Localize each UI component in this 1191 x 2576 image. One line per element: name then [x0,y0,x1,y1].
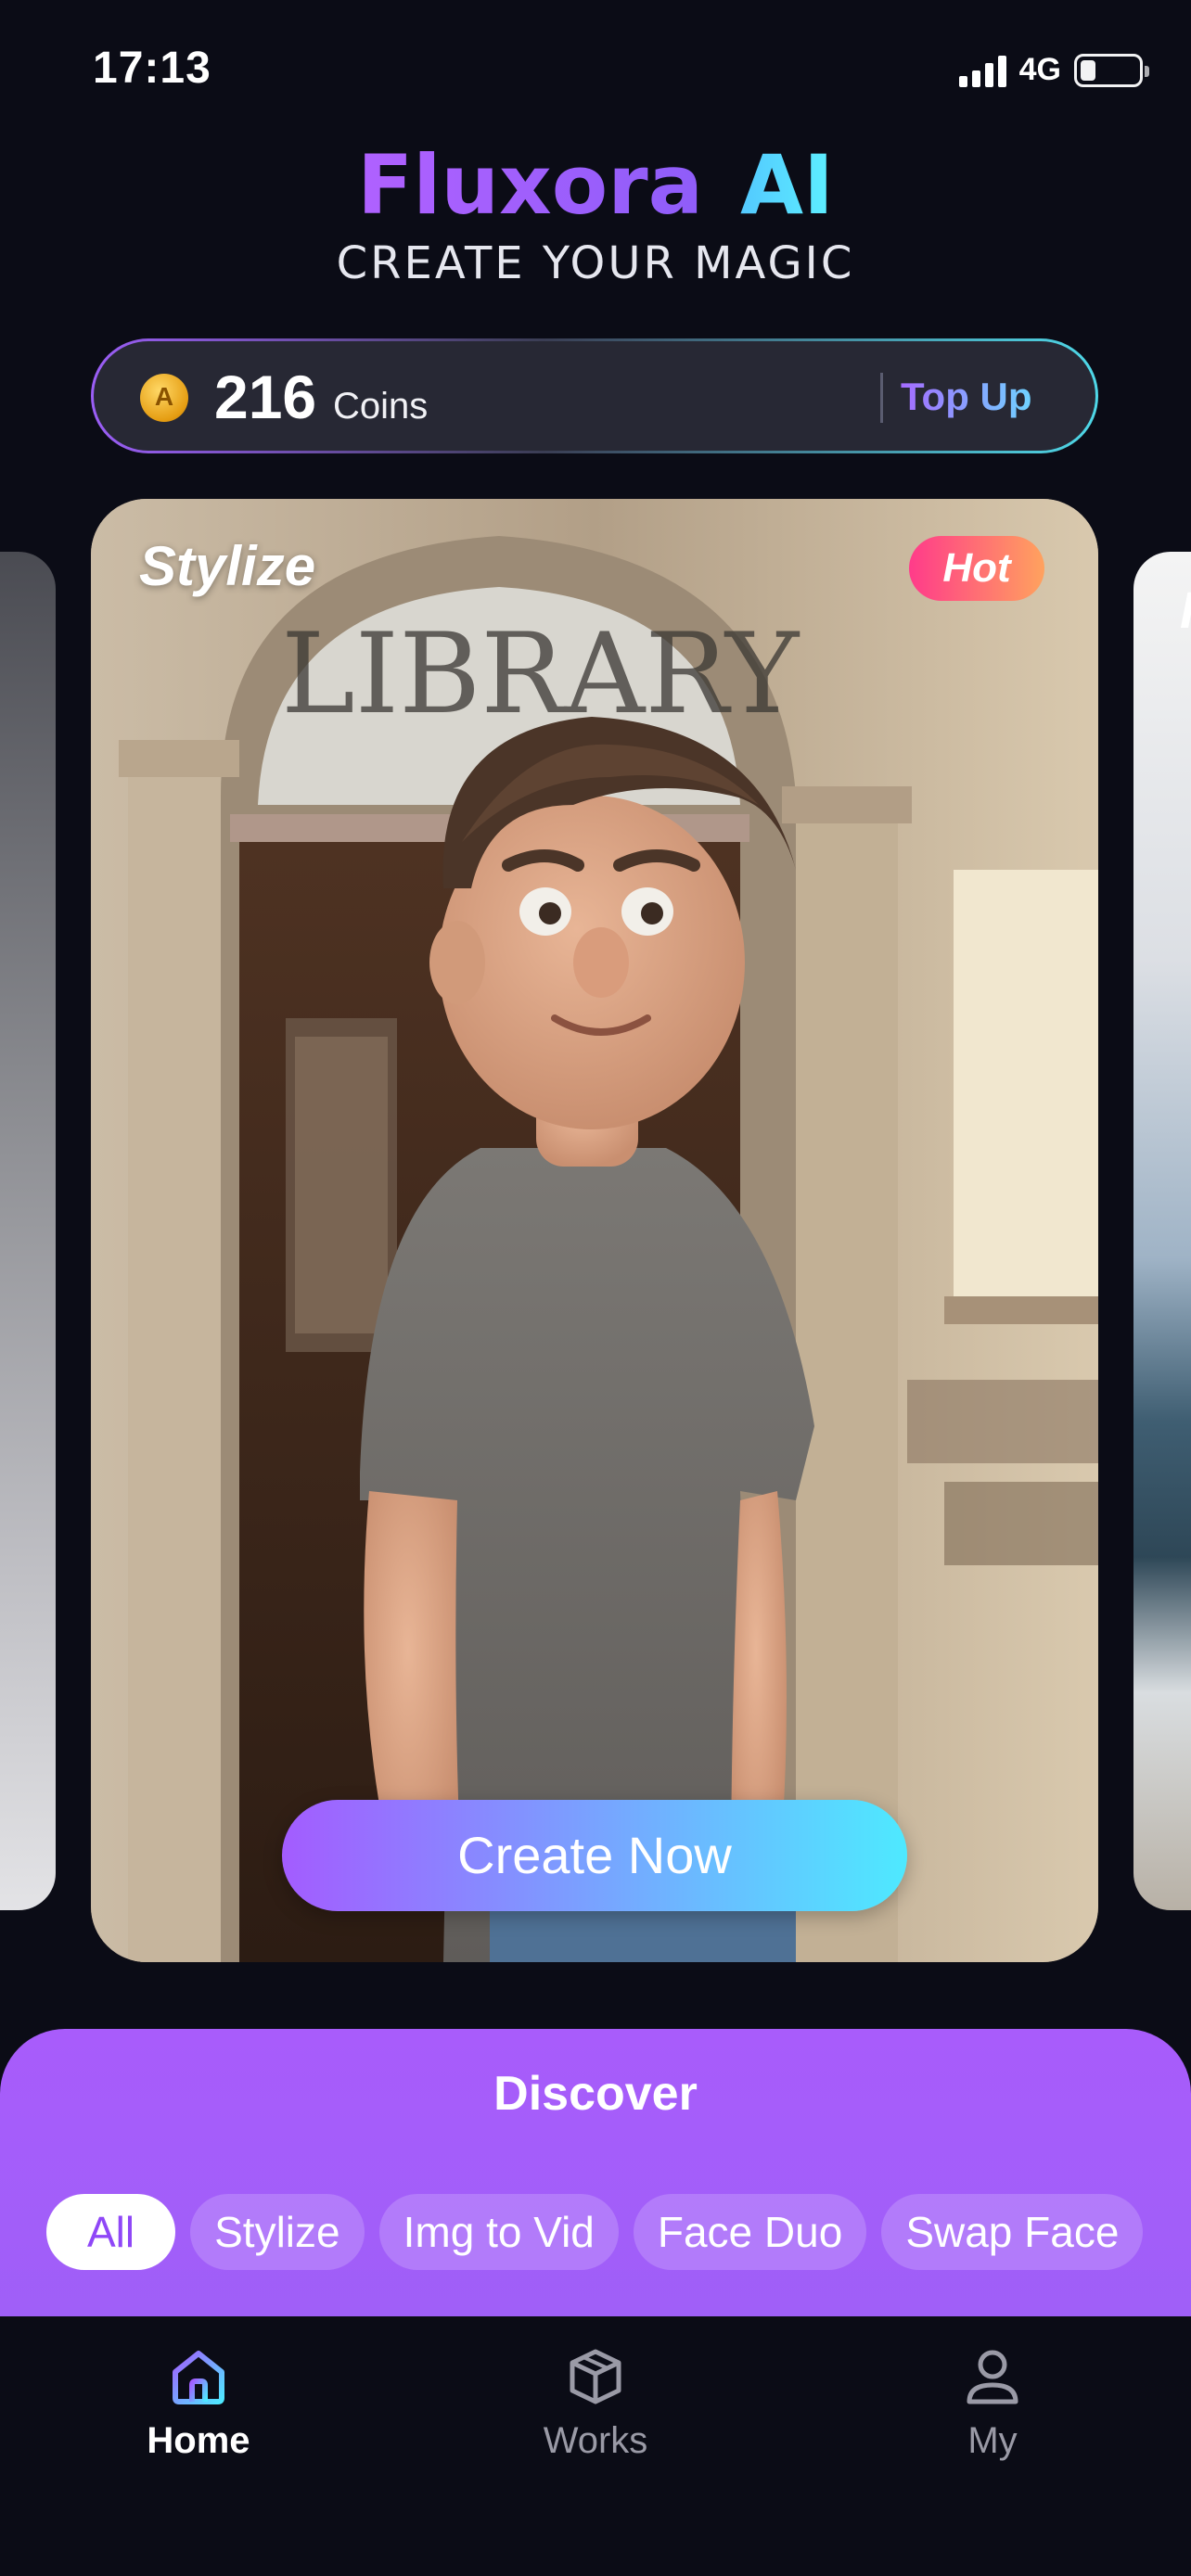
status-indicators: 4G [958,52,1149,88]
status-bar: 17:13 4G [0,0,1191,139]
tab-my[interactable]: My [900,2344,1085,2462]
bottom-tab-bar: Home Works My [0,2316,1191,2576]
app-title-ai: AI [740,137,834,233]
chip-stylize[interactable]: Stylize [190,2194,365,2270]
coin-count: 216 [214,363,317,431]
coin-icon: A [140,374,188,422]
app-screen: 17:13 4G Fluxora AI CREATE YOUR MAGIC A 2… [0,0,1191,2576]
status-time: 17:13 [93,44,211,93]
feature-card-stylize[interactable]: LIBRARY Stylize Hot Create Now [91,499,1098,1962]
tab-works-label: Works [543,2420,648,2461]
carousel-card-next[interactable]: F [1133,552,1191,1910]
signal-icon [958,54,1006,87]
card-category-label: Stylize [139,535,316,597]
app-subtitle: CREATE YOUR MAGIC [336,237,855,289]
person-icon [967,2350,1018,2404]
category-chips: All Stylize Img to Vid Face Duo Swap Fac… [46,2194,1144,2270]
tab-home-label: Home [147,2420,250,2461]
home-icon [173,2351,224,2404]
discover-panel: Discover All Stylize Img to Vid Face Duo… [0,2029,1191,2326]
divider [880,373,883,423]
chip-img-to-vid[interactable]: Img to Vid [378,2194,619,2270]
discover-title: Discover [493,2067,698,2121]
chip-face-duo[interactable]: Face Duo [633,2194,867,2270]
create-now-button[interactable]: Create Now [282,1800,907,1911]
app-title-brand: Fluxora [357,137,704,233]
tab-my-label: My [967,2420,1018,2461]
network-type: 4G [1018,52,1061,87]
hot-badge: Hot [909,536,1044,601]
carousel-card-previous[interactable] [0,552,56,1910]
chip-all[interactable]: All [46,2194,176,2270]
tab-home[interactable]: Home [106,2344,291,2462]
top-up-button[interactable]: Top Up [901,375,1032,419]
coin-balance-bar: A 216 Coins Top Up [91,338,1098,453]
carousel-card-next-label: F [1180,580,1191,640]
tab-works[interactable]: Works [503,2344,688,2462]
app-title: Fluxora AI [0,139,1191,232]
coin-label: Coins [333,386,429,427]
battery-icon [1074,53,1149,87]
chip-swap-face[interactable]: Swap Face [881,2194,1144,2270]
svg-text:LIBRARY: LIBRARY [281,610,800,739]
cube-icon [570,2349,621,2404]
card-preview-image: LIBRARY [91,499,1098,1962]
